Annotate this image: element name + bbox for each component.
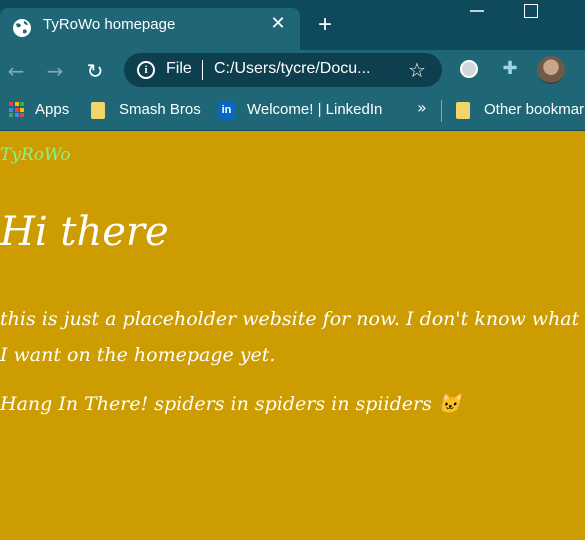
- tab-title: TyRoWo homepage: [43, 16, 176, 33]
- site-brand[interactable]: TyRoWo: [0, 145, 71, 165]
- maximize-icon[interactable]: [524, 4, 538, 18]
- address-bar[interactable]: i File C:/Users/tycre/Docu... ☆: [124, 53, 442, 87]
- bookmarks-divider: [441, 100, 442, 122]
- puzzle-icon[interactable]: ✚: [499, 58, 521, 80]
- folder-icon: [91, 102, 105, 119]
- page-title: Hi there: [0, 209, 169, 255]
- new-tab-button[interactable]: +: [314, 13, 336, 37]
- page-content: TyRoWo Hi there this is just a placehold…: [0, 131, 585, 540]
- folder-icon: [456, 102, 470, 119]
- bookmark-other[interactable]: Other bookmarks: [484, 100, 585, 120]
- browser-toolbar: ← → ↻ i File C:/Users/tycre/Docu... ☆ ✚: [0, 50, 585, 92]
- reload-icon[interactable]: ↻: [82, 58, 108, 84]
- browser-title-bar: TyRoWo homepage ✕ +: [0, 0, 585, 50]
- bookmarks-overflow-button[interactable]: »: [417, 98, 427, 117]
- close-icon[interactable]: ✕: [268, 14, 288, 34]
- address-divider: [202, 60, 203, 80]
- forward-arrow-icon[interactable]: →: [42, 58, 68, 84]
- info-icon[interactable]: i: [137, 61, 155, 79]
- bookmarks-bar: Apps Smash Bros in Welcome! | LinkedIn »…: [0, 92, 585, 131]
- globe-icon: [13, 19, 31, 37]
- browser-tab[interactable]: TyRoWo homepage ✕: [0, 8, 300, 50]
- back-arrow-icon[interactable]: ←: [3, 58, 29, 84]
- avatar[interactable]: [537, 56, 565, 84]
- extension-icon[interactable]: [460, 60, 478, 78]
- minimize-icon[interactable]: [470, 0, 484, 18]
- bookmark-linkedin[interactable]: Welcome! | LinkedIn: [247, 100, 382, 120]
- intro-paragraph: this is just a placeholder website for n…: [0, 308, 580, 366]
- url-text[interactable]: C:/Users/tycre/Docu...: [214, 60, 370, 78]
- linkedin-icon: in: [218, 102, 235, 119]
- scheme-label: File: [166, 60, 192, 77]
- secondary-paragraph: Hang In There! spiders in spiders in spi…: [0, 393, 462, 415]
- bookmark-smash-bros[interactable]: Smash Bros: [119, 100, 201, 120]
- apps-grid-icon: [9, 102, 24, 117]
- star-icon[interactable]: ☆: [408, 57, 426, 83]
- bookmark-apps[interactable]: Apps: [35, 100, 69, 120]
